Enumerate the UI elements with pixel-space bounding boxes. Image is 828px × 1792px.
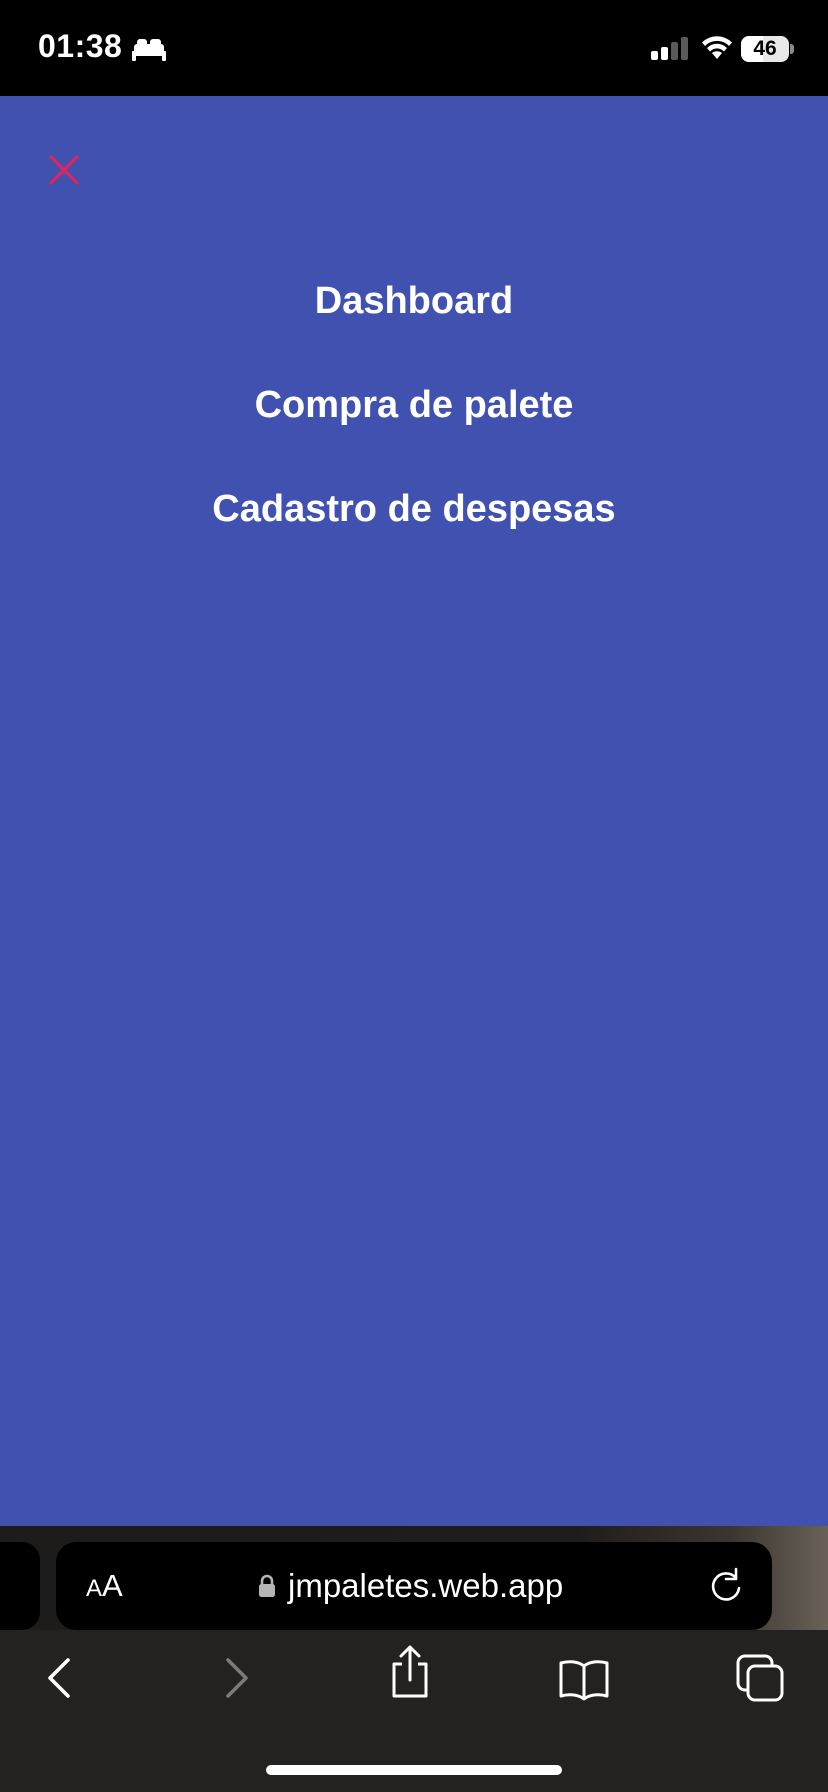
url-display[interactable]: jmpaletes.web.app: [258, 1542, 563, 1630]
lock-icon: [258, 1574, 276, 1598]
browser-toolbar: [0, 1630, 828, 1730]
address-field[interactable]: AA jmpaletes.web.app: [56, 1542, 772, 1630]
navigation-menu: Dashboard Compra de palete Cadastro de d…: [0, 96, 828, 1526]
wifi-icon: [700, 34, 734, 65]
aa-small-letter: A: [86, 1575, 103, 1602]
home-indicator-area: [0, 1730, 828, 1792]
reload-icon[interactable]: [706, 1566, 746, 1606]
menu-item-cadastro-de-despesas[interactable]: Cadastro de despesas: [0, 480, 828, 584]
share-button[interactable]: [388, 1644, 432, 1705]
home-indicator[interactable]: [266, 1765, 562, 1775]
tabs-icon: [736, 1654, 784, 1702]
bed-icon: [132, 38, 166, 67]
battery-nub: [790, 44, 794, 54]
status-time: 01:38: [38, 28, 123, 64]
close-menu-button[interactable]: [40, 146, 88, 194]
menu-item-dashboard[interactable]: Dashboard: [0, 272, 828, 376]
forward-icon: [226, 1658, 248, 1698]
bookmarks-button[interactable]: [558, 1658, 610, 1707]
battery-level: 46: [753, 37, 777, 60]
url-text: jmpaletes.web.app: [288, 1567, 564, 1604]
previous-tab-preview[interactable]: [0, 1542, 40, 1630]
menu-item-compra-de-palete[interactable]: Compra de palete: [0, 376, 828, 480]
cellular-signal-icon: [651, 36, 691, 65]
share-icon: [392, 1645, 428, 1698]
aa-big-letter: A: [102, 1568, 123, 1603]
back-icon: [48, 1658, 70, 1698]
menu-list: Dashboard Compra de palete Cadastro de d…: [0, 272, 828, 584]
page-settings-button[interactable]: AA: [86, 1542, 123, 1630]
forward-button[interactable]: [220, 1652, 254, 1709]
phone-screen: 01:38 46 Dashboard Compra de palete Cada…: [0, 0, 828, 1792]
back-button[interactable]: [42, 1652, 76, 1709]
bookmarks-icon: [559, 1660, 609, 1701]
battery-indicator: 46: [741, 36, 789, 62]
tabs-button[interactable]: [736, 1654, 786, 1709]
close-icon: [49, 155, 79, 185]
status-bar: 01:38 46: [0, 0, 828, 96]
